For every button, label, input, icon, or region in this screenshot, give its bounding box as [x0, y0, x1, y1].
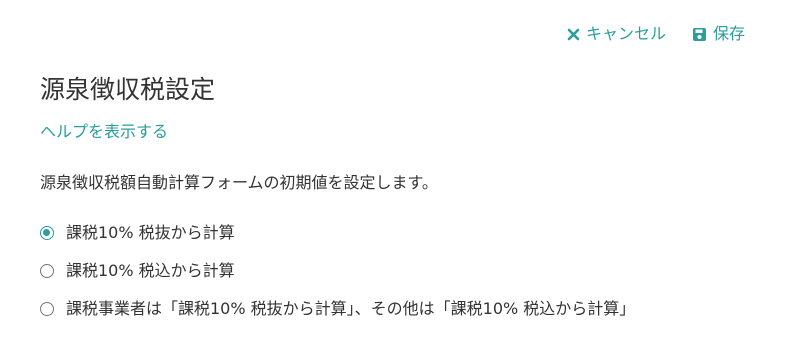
- option-tax-exclusive[interactable]: 課税10% 税抜から計算: [40, 214, 780, 252]
- page-title: 源泉徴収税設定: [40, 75, 216, 104]
- page-description: 源泉徴収税額自動計算フォームの初期値を設定します。: [40, 173, 438, 192]
- calculation-options: 課税10% 税抜から計算 課税10% 税込から計算 課税事業者は「課税10% 税…: [40, 214, 780, 328]
- option-label: 課税10% 税込から計算: [66, 261, 235, 280]
- radio-button[interactable]: [40, 302, 54, 316]
- option-tax-inclusive[interactable]: 課税10% 税込から計算: [40, 252, 780, 290]
- option-label: 課税10% 税抜から計算: [66, 223, 235, 242]
- radio-button[interactable]: [40, 226, 54, 240]
- cancel-label: キャンセル: [585, 24, 666, 43]
- option-by-business-type[interactable]: 課税事業者は「課税10% 税抜から計算」、その他は「課税10% 税込から計算」: [40, 290, 780, 328]
- close-icon: [567, 28, 580, 41]
- option-label: 課税事業者は「課税10% 税抜から計算」、その他は「課税10% 税込から計算」: [66, 299, 636, 318]
- help-link[interactable]: ヘルプを表示する: [40, 120, 168, 144]
- toolbar: キャンセル 保存: [567, 22, 745, 46]
- save-button[interactable]: 保存: [692, 22, 745, 46]
- save-icon: [692, 27, 707, 42]
- cancel-button[interactable]: キャンセル: [567, 22, 666, 46]
- save-label: 保存: [712, 24, 745, 43]
- radio-button[interactable]: [40, 264, 54, 278]
